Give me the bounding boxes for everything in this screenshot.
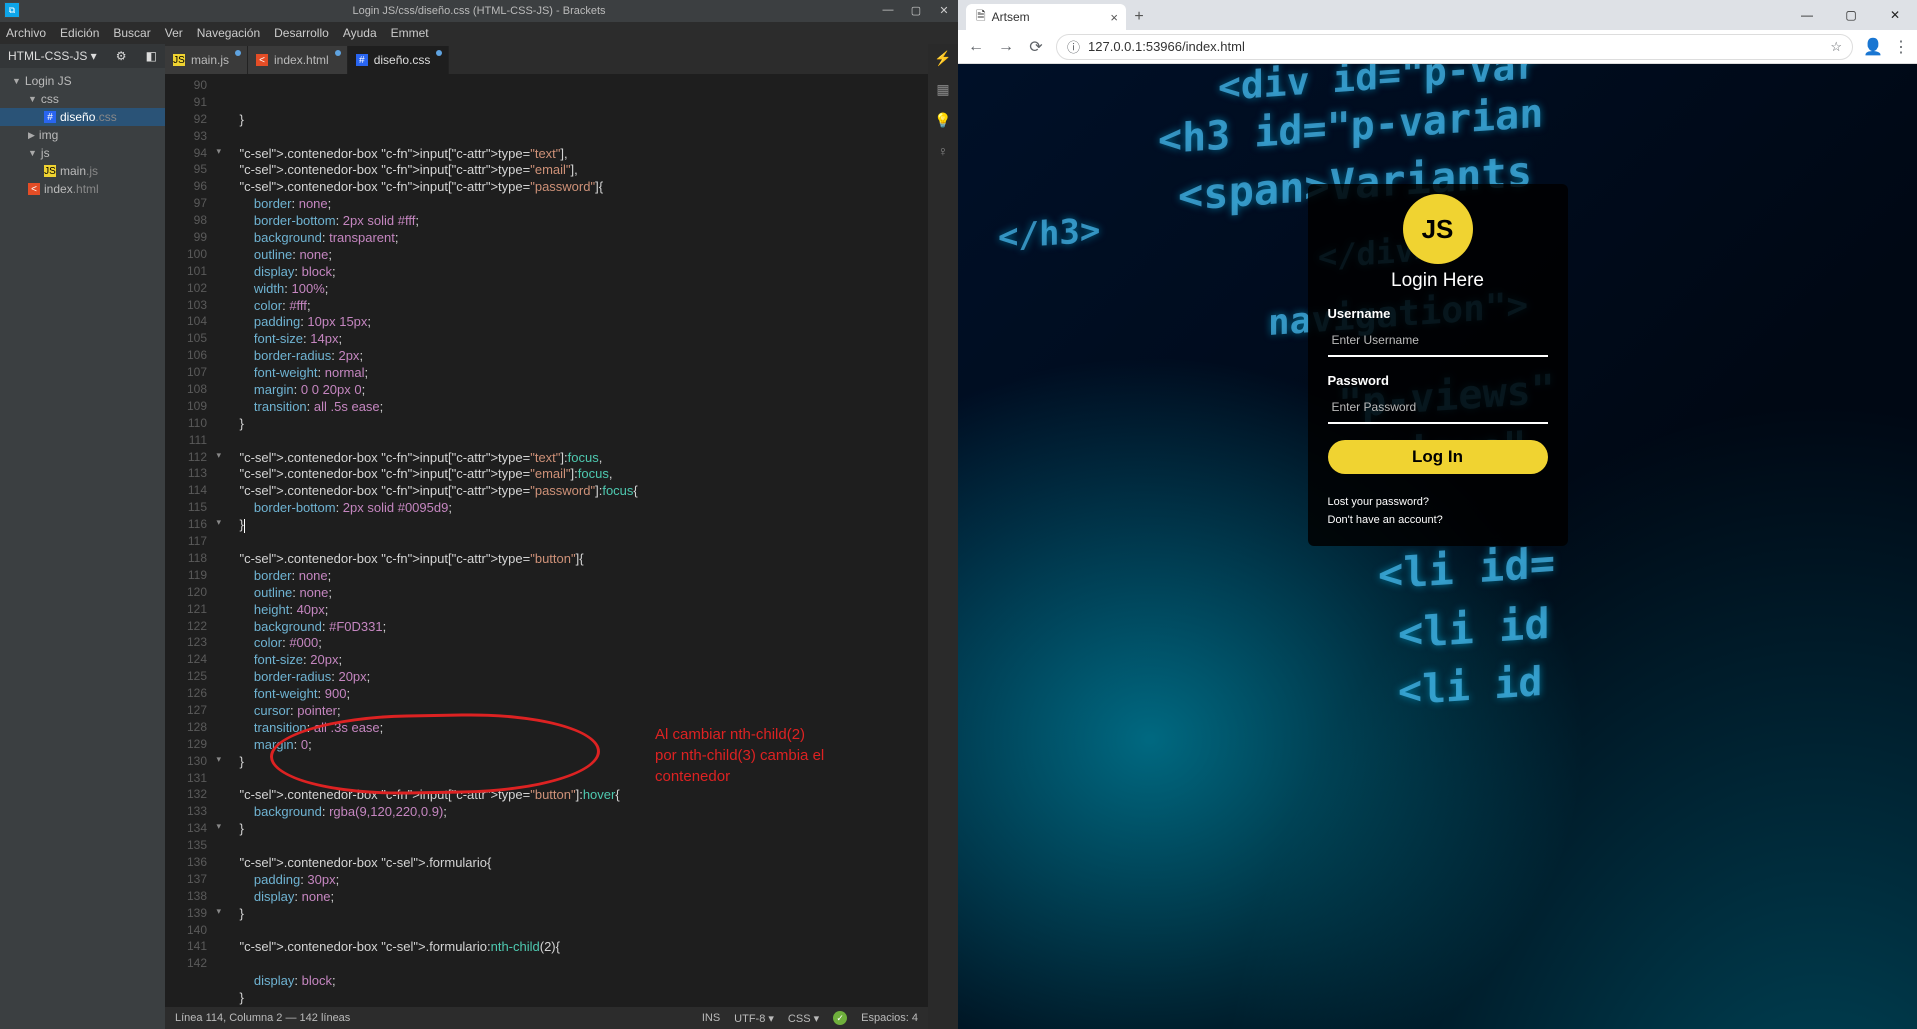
brackets-app-icon: ⧉: [4, 2, 20, 18]
site-info-icon[interactable]: ⓘ: [1067, 37, 1080, 56]
tab-title: Artsem: [992, 10, 1030, 24]
modified-dot-icon: [335, 50, 341, 56]
menu-emmet[interactable]: Emmet: [391, 26, 429, 40]
sidebar: HTML-CSS-JS ▾ ⚙ ◧ ▼Login JS ▼css #diseño…: [0, 44, 165, 1029]
back-button[interactable]: ←: [966, 38, 986, 56]
bookmark-star-icon[interactable]: ☆: [1830, 39, 1842, 55]
file-main-js[interactable]: JSmain.js: [0, 162, 165, 180]
forward-button[interactable]: →: [996, 38, 1016, 56]
chrome-browser: 🗎 Artsem × + — ▢ ✕ ← → ⟳ ⓘ 127.0.0.1:539…: [958, 0, 1917, 1029]
file-tree: ▼Login JS ▼css #diseño.css ▶img ▼js JSma…: [0, 68, 165, 202]
window-title: Login JS/css/diseño.css (HTML-CSS-JS) - …: [352, 5, 605, 17]
page-viewport: <div id="p-var<h3 id="p-varian<span>Vari…: [958, 64, 1917, 1029]
brackets-editor: ⧉ Login JS/css/diseño.css (HTML-CSS-JS) …: [0, 0, 958, 1029]
menu-ayuda[interactable]: Ayuda: [343, 26, 377, 40]
address-bar[interactable]: ⓘ 127.0.0.1:53966/index.html ☆: [1056, 34, 1853, 60]
chrome-maximize[interactable]: ▢: [1829, 0, 1873, 30]
tab-main-js[interactable]: JSmain.js: [165, 46, 248, 74]
main-menu: Archivo Edición Buscar Ver Navegación De…: [0, 22, 958, 44]
url-text: 127.0.0.1:53966/index.html: [1088, 39, 1245, 54]
menu-icon[interactable]: ⋮: [1893, 37, 1909, 57]
bulb-icon[interactable]: ♀: [938, 143, 949, 159]
project-selector[interactable]: HTML-CSS-JS ▾ ⚙ ◧: [0, 44, 165, 68]
language-mode[interactable]: CSS ▾: [788, 1012, 819, 1025]
folder-img[interactable]: ▶img: [0, 126, 165, 144]
tab-diseno-css[interactable]: #diseño.css: [348, 46, 450, 74]
brackets-titlebar: ⧉ Login JS/css/diseño.css (HTML-CSS-JS) …: [0, 0, 958, 22]
chrome-tabstrip: 🗎 Artsem × + — ▢ ✕: [958, 0, 1917, 30]
folder-root[interactable]: ▼Login JS: [0, 72, 165, 90]
menu-edicion[interactable]: Edición: [60, 26, 99, 40]
new-tab-button[interactable]: +: [1126, 4, 1152, 30]
code-editor[interactable]: 9091929394▾95969798991001011021031041051…: [165, 74, 928, 1007]
login-box: JS Login Here Username Password Log In L…: [1308, 184, 1568, 546]
chrome-minimize[interactable]: —: [1785, 0, 1829, 30]
gear-icon[interactable]: ⚙: [116, 49, 127, 63]
status-bar: Línea 114, Columna 2 — 142 líneas INS UT…: [165, 1007, 928, 1029]
modified-dot-icon: [235, 50, 241, 56]
password-label: Password: [1328, 373, 1548, 388]
menu-ver[interactable]: Ver: [165, 26, 183, 40]
lint-ok-icon[interactable]: ✓: [833, 1011, 847, 1025]
reload-button[interactable]: ⟳: [1026, 37, 1046, 57]
no-account-link[interactable]: Don't have an account?: [1328, 514, 1548, 526]
encoding[interactable]: UTF-8 ▾: [734, 1012, 774, 1025]
password-input[interactable]: [1328, 392, 1548, 424]
login-title: Login Here: [1308, 270, 1568, 292]
folder-css[interactable]: ▼css: [0, 90, 165, 108]
close-button[interactable]: ✕: [930, 0, 958, 20]
menu-buscar[interactable]: Buscar: [113, 26, 150, 40]
profile-icon[interactable]: 👤: [1863, 37, 1883, 57]
minimize-button[interactable]: —: [874, 0, 902, 20]
menu-navegacion[interactable]: Navegación: [197, 26, 260, 40]
login-button[interactable]: Log In: [1328, 440, 1548, 474]
js-logo-icon: JS: [1403, 194, 1473, 264]
username-label: Username: [1328, 306, 1548, 321]
maximize-button[interactable]: ▢: [902, 0, 930, 20]
tab-index-html[interactable]: <index.html: [248, 46, 348, 74]
menu-desarrollo[interactable]: Desarrollo: [274, 26, 329, 40]
annotation-text: Al cambiar nth-child(2)por nth-child(3) …: [655, 724, 824, 787]
chrome-close[interactable]: ✕: [1873, 0, 1917, 30]
indent-setting[interactable]: Espacios: 4: [861, 1012, 918, 1024]
file-diseno-css[interactable]: #diseño.css: [0, 108, 165, 126]
light-icon[interactable]: 💡: [934, 112, 951, 129]
lost-password-link[interactable]: Lost your password?: [1328, 496, 1548, 508]
extensions-icon[interactable]: ▦: [936, 81, 949, 98]
insert-mode[interactable]: INS: [702, 1012, 720, 1024]
file-index-html[interactable]: <index.html: [0, 180, 165, 198]
live-preview-icon[interactable]: ⚡: [934, 50, 951, 67]
cursor-position: Línea 114, Columna 2 — 142 líneas: [175, 1012, 350, 1024]
tab-close-icon[interactable]: ×: [1110, 10, 1118, 25]
folder-js[interactable]: ▼js: [0, 144, 165, 162]
chrome-toolbar: ← → ⟳ ⓘ 127.0.0.1:53966/index.html ☆ 👤 ⋮: [958, 30, 1917, 64]
modified-dot-icon: [436, 50, 442, 56]
browser-tab[interactable]: 🗎 Artsem ×: [966, 4, 1126, 30]
split-icon[interactable]: ◧: [146, 49, 157, 63]
username-input[interactable]: [1328, 325, 1548, 357]
menu-archivo[interactable]: Archivo: [6, 26, 46, 40]
right-toolbar: ⚡ ▦ 💡 ♀: [928, 44, 958, 1029]
page-favicon-icon: 🗎: [976, 7, 986, 28]
editor-tabs: JSmain.js <index.html #diseño.css: [165, 44, 928, 74]
